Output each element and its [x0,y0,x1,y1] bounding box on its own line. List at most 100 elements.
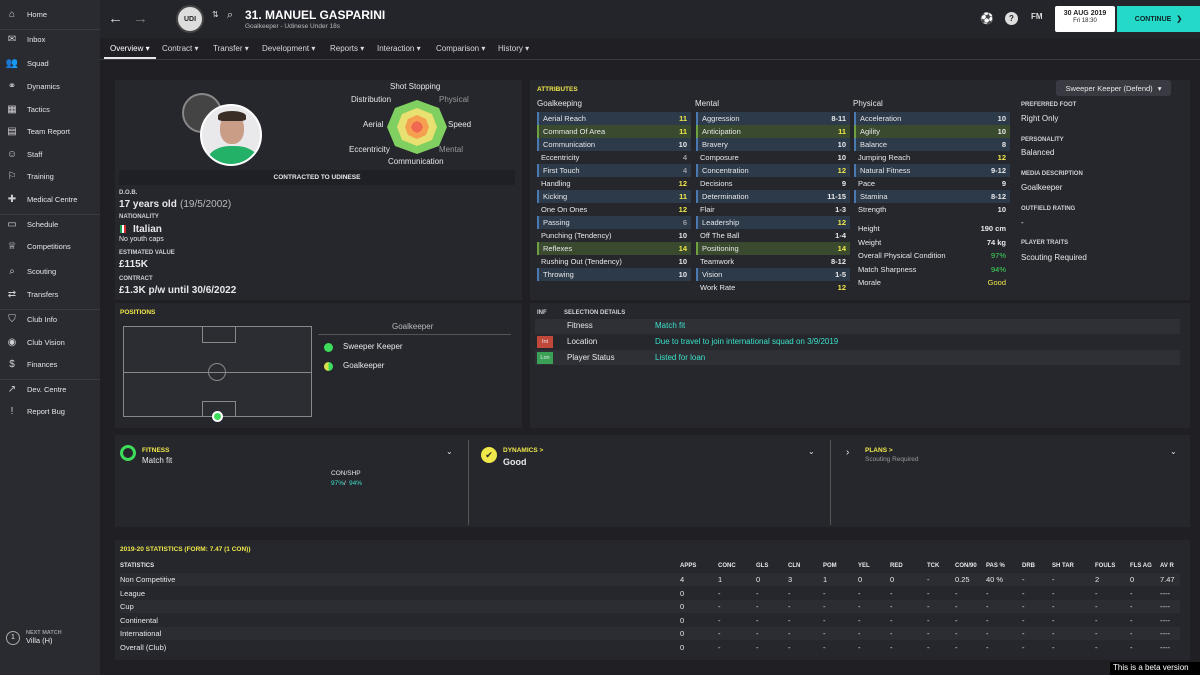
next-match[interactable]: 1 NEXT MATCH Villa (H) [6,630,62,645]
table-row[interactable]: International 0- - - - - - - - - - - - - ---- [120,627,1180,641]
dynamics-label[interactable]: DYNAMICS > [503,447,543,454]
attribute-row[interactable]: Natural Fitness 9-12 [854,164,1010,177]
attribute-row[interactable]: Aerial Reach 11 [537,112,691,125]
stats-column-header[interactable]: APPS [680,563,696,569]
attribute-row[interactable]: One On Ones 12 [537,203,691,216]
stats-column-header[interactable]: PAS % [986,563,1005,569]
sidebar-item-staff[interactable]: ☺ Staff [0,144,100,164]
stats-column-header[interactable]: RED [890,563,903,569]
attribute-row[interactable]: Jumping Reach 12 [854,151,1010,164]
attribute-row[interactable]: Off The Ball 1-4 [696,229,850,242]
attribute-row[interactable]: Bravery 10 [696,138,850,151]
attribute-row[interactable]: First Touch 4 [537,164,691,177]
stats-column-header[interactable]: CONC [718,563,736,569]
sidebar-item-dynamics[interactable]: ⚭ Dynamics [0,76,100,96]
attribute-row[interactable]: Agility 10 [854,125,1010,138]
stats-column-header[interactable]: SH TAR [1052,563,1074,569]
forward-arrow-icon[interactable]: → [133,10,148,27]
selection-row-fitness[interactable] [535,319,1180,334]
tab-contract[interactable]: Contract ▾ [162,44,198,53]
stats-column-header[interactable]: DRB [1022,563,1035,569]
plans-label[interactable]: PLANS > [865,447,893,454]
tab-history[interactable]: History ▾ [498,44,529,53]
chevron-down-icon[interactable]: ⌄ [808,447,815,456]
attribute-row[interactable]: Eccentricity 4 [537,151,691,164]
search-icon[interactable]: ⌕ [227,9,233,22]
sidebar-item-finances[interactable]: $ Finances [0,354,100,374]
nationality[interactable]: Italian [133,224,162,235]
attribute-row[interactable]: Determination 11-15 [696,190,850,203]
stats-column-header[interactable]: CLN [788,563,800,569]
sidebar-item-home[interactable]: ⌂ Home [0,4,100,24]
sidebar-item-squad[interactable]: 👥 Squad [0,53,100,73]
tab-reports[interactable]: Reports ▾ [330,44,364,53]
club-crest[interactable]: UDI [176,5,204,33]
stats-column-header[interactable]: YEL [858,563,870,569]
table-row[interactable]: Cup 0- - - - - - - - - - - - - ---- [120,600,1180,614]
attribute-row[interactable]: Command Of Area 11 [537,125,691,138]
attribute-row[interactable]: Decisions 9 [696,177,850,190]
selection-value[interactable]: Due to travel to join international squa… [655,337,838,346]
stats-column-header[interactable]: FOULS [1095,563,1115,569]
attribute-row[interactable]: Aggression 8-11 [696,112,850,125]
sidebar-item-club-vision[interactable]: ◉ Club Vision [0,332,100,352]
stats-column-header[interactable]: FLS AG [1130,563,1152,569]
attribute-row[interactable]: Positioning 14 [696,242,850,255]
sidebar-item-club-info[interactable]: ⛉ Club Info [0,309,100,329]
attribute-row[interactable]: Pace 9 [854,177,1010,190]
selection-row-status[interactable] [535,350,1180,365]
back-arrow-icon[interactable]: ← [108,10,123,27]
attribute-row[interactable]: Balance 8 [854,138,1010,151]
attribute-row[interactable]: Handling 12 [537,177,691,190]
table-row[interactable]: Non Competitive 4 1 0 3 1 0 0 - 0.25 40 % - - 2 0 7.47 [120,573,1180,586]
sidebar-item-team-report[interactable]: ▤ Team Report [0,121,100,141]
attribute-row[interactable]: Vision 1-5 [696,268,850,281]
attribute-row[interactable]: Anticipation 11 [696,125,850,138]
stats-column-header[interactable]: POM [823,563,837,569]
attribute-row[interactable]: Rushing Out (Tendency) 10 [537,255,691,268]
stats-column-header[interactable]: TCK [927,563,939,569]
attribute-row[interactable]: Teamwork 8-12 [696,255,850,268]
attribute-row[interactable]: Stamina 8-12 [854,190,1010,203]
tab-interaction[interactable]: Interaction ▾ [377,44,421,53]
sidebar-item-scouting[interactable]: ⌕ Scouting [0,261,100,281]
sidebar-item-medical-centre[interactable]: ✚ Medical Centre [0,189,100,209]
attribute-row[interactable]: Composure 10 [696,151,850,164]
selection-value[interactable]: Listed for loan [655,353,705,362]
tab-comparison[interactable]: Comparison ▾ [436,44,485,53]
chevron-down-icon[interactable]: ⌄ [446,447,453,456]
sidebar-item-training[interactable]: ⚐ Training [0,166,100,186]
sidebar-item-competitions[interactable]: ♕ Competitions [0,236,100,256]
attribute-row[interactable]: Acceleration 10 [854,112,1010,125]
attribute-row[interactable]: Strength 10 [854,203,1010,216]
sidebar-item-transfers[interactable]: ⇄ Transfers [0,284,100,304]
tab-overview[interactable]: Overview ▾ [110,44,150,53]
attribute-row[interactable]: Reflexes 14 [537,242,691,255]
role-dropdown[interactable]: Sweeper Keeper (Defend) ▾ [1056,80,1171,96]
attribute-row[interactable]: Kicking 11 [537,190,691,203]
help-icon[interactable]: ? [1005,12,1018,25]
stats-column-header[interactable]: GLS [756,563,768,569]
sidebar-item-tactics[interactable]: ▦ Tactics [0,99,100,119]
attribute-row[interactable]: Throwing 10 [537,268,691,281]
attribute-row[interactable]: Work Rate 12 [696,281,850,294]
club-badge-icon[interactable]: ⚽ [980,12,994,25]
attribute-row[interactable]: Concentration 12 [696,164,850,177]
sidebar-item-schedule[interactable]: ▭ Schedule [0,214,100,234]
stats-column-header[interactable]: CON/90 [955,563,977,569]
stats-column-header[interactable]: STATISTICS [120,563,154,569]
table-row[interactable]: League 0- - - - - - - - - - - - - ---- [120,587,1180,600]
chevron-down-icon[interactable]: ⌄ [1170,447,1177,456]
sidebar-item-report-bug[interactable]: ! Report Bug [0,401,100,421]
attribute-row[interactable]: Flair 1-3 [696,203,850,216]
player-subtitle[interactable]: Goalkeeper - Udinese Under 18s [245,23,340,30]
date-box[interactable]: 30 AUG 2019 Fri 18:30 [1055,6,1115,32]
tab-development[interactable]: Development ▾ [262,44,315,53]
table-row[interactable]: Continental 0- - - - - - - - - - - - - ---- [120,614,1180,627]
table-row[interactable]: Overall (Club) 0- - - - - - - - - - - - - ---- [120,641,1180,654]
continue-button[interactable]: CONTINUE ❯ [1117,6,1200,32]
fm-menu[interactable]: FM [1031,12,1043,21]
attribute-row[interactable]: Passing 6 [537,216,691,229]
sidebar-item-inbox[interactable]: ✉ Inbox [0,29,100,49]
attribute-row[interactable]: Communication 10 [537,138,691,151]
